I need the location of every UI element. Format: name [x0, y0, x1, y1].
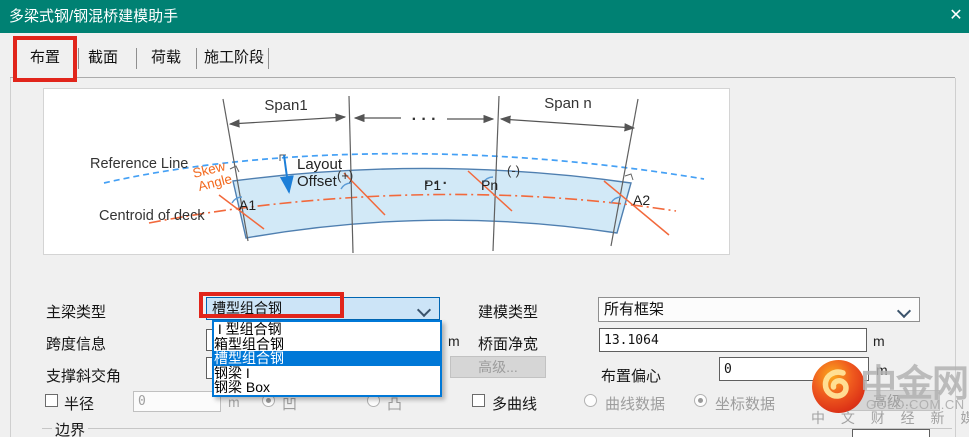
span1-label: Span1: [264, 97, 307, 114]
advanced-button-curve: 高级...: [846, 390, 940, 411]
support-a1-label: A1: [239, 197, 256, 213]
page-border-right: [955, 78, 956, 437]
tab-load[interactable]: 荷载: [151, 46, 181, 70]
centroid-label: Centroid of deck: [99, 208, 205, 224]
dim-span1: [230, 117, 345, 124]
curve-data-label: 曲线数据: [605, 393, 665, 414]
reference-line-label: Reference Line: [90, 156, 188, 172]
boundary-label: 边界: [52, 419, 88, 437]
minus-sign-label: (-): [507, 163, 520, 178]
tab-underline: [10, 77, 955, 78]
radius-label: 半径: [64, 393, 94, 414]
watermark-tagline: 中 文 财 经 新 媒 体: [811, 408, 969, 428]
support-pn-label: Pn: [481, 177, 498, 193]
page-border-left: [10, 78, 11, 437]
close-icon[interactable]: ✕: [944, 4, 968, 28]
curve-data-radio: [584, 394, 597, 407]
span-info-unit: m: [448, 333, 460, 349]
span-info-label: 跨度信息: [46, 333, 106, 354]
right-angle-mark: [230, 166, 239, 172]
dropdown-option-steel-box[interactable]: 钢梁 Box: [214, 380, 440, 395]
girder-type-value: 槽型组合钢: [207, 298, 439, 319]
support-p1-label: P1: [424, 177, 441, 193]
bridge-width-label: 桥面净宽: [478, 333, 538, 354]
layout-eccentricity-input[interactable]: [719, 357, 869, 381]
tab-section[interactable]: 截面: [88, 46, 118, 70]
multi-curve-label: 多曲线: [492, 393, 537, 414]
support-line-a2: [611, 99, 638, 246]
coordinate-data-radio: [694, 394, 707, 407]
multi-curve-checkbox[interactable]: [472, 394, 485, 407]
layout-eccentricity-unit: m: [876, 362, 888, 378]
bridge-width-unit: m: [873, 333, 885, 349]
window-title: 多梁式钢/钢混桥建模助手: [9, 8, 178, 25]
span-n-label: Span n: [544, 95, 592, 112]
dropdown-option-box-composite[interactable]: 箱型组合钢: [214, 337, 440, 352]
radius-checkbox[interactable]: [45, 394, 58, 407]
skew-angle-label: Skew Angle: [191, 157, 234, 194]
dropdown-option-tub-composite[interactable]: 槽型组合钢: [214, 351, 440, 366]
bridge-layout-diagram: Span1 Span n · · · · · · Reference Line …: [43, 88, 730, 255]
coordinate-data-label: 坐标数据: [715, 393, 775, 414]
dropdown-option-steel-i[interactable]: 钢梁 I: [214, 366, 440, 381]
model-type-combobox[interactable]: 所有框架: [598, 297, 920, 322]
dim-span-n: [501, 119, 634, 128]
radius-input: [133, 391, 221, 412]
girder-type-dropdown-list: I 型组合钢 箱型组合钢 槽型组合钢 钢梁 I 钢梁 Box: [212, 320, 442, 397]
support-a2-label: A2: [633, 192, 650, 208]
skew-angle-label-field: 支撑斜交角: [46, 365, 121, 386]
tab-construction-stage[interactable]: 施工阶段: [204, 46, 264, 70]
layout-eccentricity-label: 布置偏心: [601, 365, 661, 386]
dim-ellipsis: · · ·: [412, 111, 437, 128]
model-type-label: 建模类型: [478, 301, 538, 322]
active-tab-patch: [17, 77, 74, 79]
titlebar: 多梁式钢/钢混桥建模助手: [0, 0, 969, 33]
dropdown-option-i-composite[interactable]: I 型组合钢: [214, 322, 440, 337]
girder-type-label: 主梁类型: [46, 301, 106, 322]
tab-separator: [196, 48, 197, 69]
model-type-value: 所有框架: [599, 298, 919, 321]
dialog-multi-girder-wizard: 多梁式钢/钢混桥建模助手 ✕ 布置 截面 荷载 施工阶段: [0, 0, 969, 437]
plus-sign-label: (+): [337, 168, 353, 183]
tab-separator: [136, 48, 137, 69]
girder-type-combobox[interactable]: 槽型组合钢: [206, 297, 440, 320]
tab-separator: [78, 48, 79, 69]
right-angle-mark: [625, 174, 633, 180]
boundary-groupbox: 边界: [42, 428, 952, 437]
tab-layout[interactable]: 布置: [30, 46, 60, 70]
bridge-diagram-svg: Span1 Span n · · · · · · Reference Line …: [44, 89, 729, 254]
advanced-button-skew: 高级...: [450, 356, 546, 378]
boundary-input-cutoff[interactable]: [852, 429, 930, 437]
bridge-width-input[interactable]: [599, 328, 867, 352]
tab-separator: [268, 48, 269, 69]
